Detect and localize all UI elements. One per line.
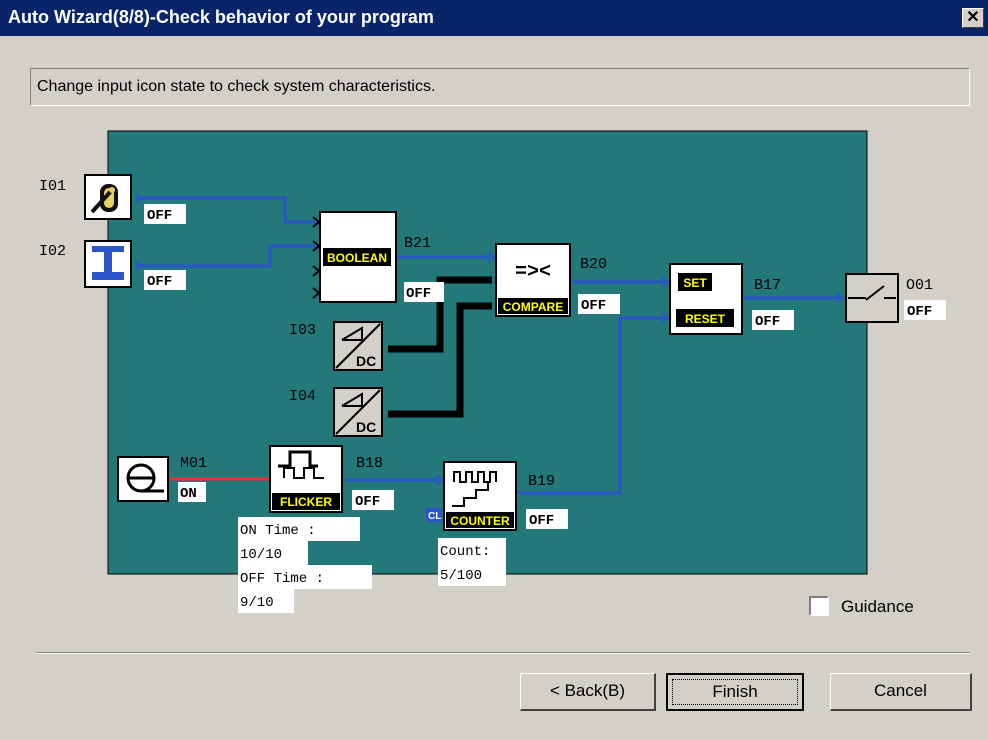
m01-label: M01 xyxy=(180,455,207,472)
b19-state: OFF xyxy=(529,513,554,529)
input-i04-label: I04 xyxy=(289,388,316,405)
set-label: SET xyxy=(683,276,707,290)
counter-cl-label: CL xyxy=(428,511,441,522)
b21-state: OFF xyxy=(406,286,431,302)
flicker-off-time-value: 9/10 xyxy=(240,595,274,611)
guidance-checkbox-box[interactable] xyxy=(809,596,829,616)
m01-state: ON xyxy=(180,486,197,502)
analog-dc-input-icon: DC xyxy=(333,321,383,371)
o01-state: OFF xyxy=(907,304,932,320)
boolean-label: BOOLEAN xyxy=(327,251,387,265)
flicker-label: FLICKER xyxy=(280,495,332,509)
input-i02-label: I02 xyxy=(39,243,66,260)
reset-label: RESET xyxy=(685,312,726,326)
separator-highlight xyxy=(36,653,970,654)
program-diagram: I01 OFF I02 OFF BOOLEAN B21 OFF =>< COMP… xyxy=(39,130,946,613)
input-i01-state: OFF xyxy=(147,208,172,224)
back-button[interactable]: < Back(B) xyxy=(520,673,656,711)
input-i01-label: I01 xyxy=(39,178,66,195)
finish-button[interactable]: Finish xyxy=(666,673,804,711)
b18-label: B18 xyxy=(356,455,383,472)
input-i03-label: I03 xyxy=(289,322,316,339)
b17-label: B17 xyxy=(754,277,781,294)
o01-label: O01 xyxy=(906,277,933,294)
cancel-button[interactable]: Cancel xyxy=(830,673,972,711)
counter-label: COUNTER xyxy=(450,514,510,528)
analog-dc-input-icon: DC xyxy=(333,387,383,437)
guidance-label: Guidance xyxy=(841,597,914,616)
compare-symbol: =>< xyxy=(515,261,551,284)
b20-label: B20 xyxy=(580,256,607,273)
i04-dc-label: DC xyxy=(356,419,376,435)
flicker-on-time-value: 10/10 xyxy=(240,547,282,563)
counter-count-label: Count: xyxy=(440,544,490,560)
b21-label: B21 xyxy=(404,235,431,252)
flicker-info: ON Time : 10/10 OFF Time : 9/10 xyxy=(238,517,372,613)
wizard-window: Auto Wizard(8/8)-Check behavior of your … xyxy=(0,0,988,740)
counter-count-value: 5/100 xyxy=(440,568,482,584)
b20-state: OFF xyxy=(581,298,606,314)
finish-label: Finish xyxy=(712,682,758,701)
i03-dc-label: DC xyxy=(356,353,376,369)
counter-info: Count: 5/100 xyxy=(438,538,506,586)
flicker-off-time-label: OFF Time : xyxy=(240,571,324,587)
input-i02-state: OFF xyxy=(147,274,172,290)
b17-state: OFF xyxy=(755,314,780,330)
b18-state: OFF xyxy=(355,494,380,510)
flicker-on-time-label: ON Time : xyxy=(240,523,316,539)
compare-label: COMPARE xyxy=(503,300,563,314)
output-o01[interactable]: O01 OFF xyxy=(845,273,946,323)
b19-label: B19 xyxy=(528,473,555,490)
